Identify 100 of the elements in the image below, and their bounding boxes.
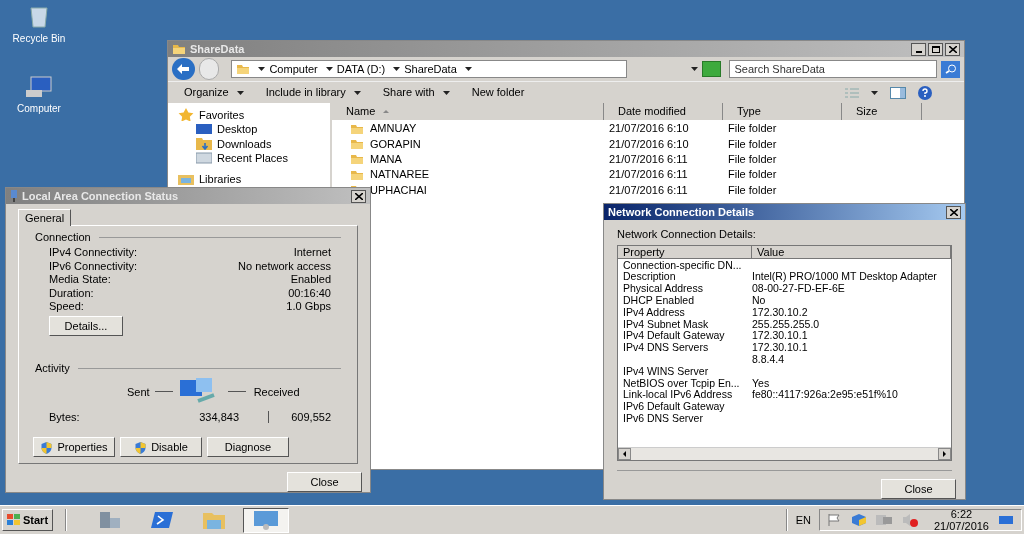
view-icon — [845, 87, 859, 98]
field-value: Enabled — [290, 272, 331, 288]
column-header[interactable]: Property — [618, 245, 752, 258]
property-cell: Description — [623, 270, 676, 283]
file-row[interactable]: AMNUAY 21/07/2016 6:10 File folder — [332, 121, 964, 137]
folder-icon — [172, 43, 186, 55]
sent-label: Sent — [127, 384, 150, 400]
toolbar-button[interactable]: Organize — [184, 84, 244, 101]
flag-icon — [827, 514, 842, 526]
left-arrow-icon[interactable] — [623, 451, 626, 457]
received-bytes: 609,552 — [290, 409, 332, 425]
received-label: Received — [253, 384, 300, 400]
value-cell-text: Yes — [752, 375, 770, 390]
network-icon — [253, 510, 279, 530]
property-cell: IPv6 Default Gateway — [623, 400, 725, 413]
navigation-item[interactable]: Libraries — [178, 172, 330, 186]
details-button[interactable]: Details... — [49, 316, 123, 337]
toolbar-button[interactable]: Share with — [382, 84, 450, 101]
column-header[interactable]: Type — [723, 103, 842, 120]
taskbar-button[interactable] — [243, 507, 289, 533]
recent-places-icon — [196, 152, 212, 165]
star-icon — [178, 108, 194, 122]
breadcrumb-item[interactable]: DATA (D:) — [336, 60, 386, 78]
dialog-button[interactable]: Disable — [120, 437, 202, 458]
address-bar[interactable]: Computer DATA (D:) ShareData — [231, 60, 628, 78]
preview-pane-icon — [890, 86, 906, 99]
field-value: 1.0 Gbps — [286, 299, 331, 315]
search-field[interactable]: Search ShareData — [729, 60, 938, 78]
property-cell: IPv4 Default Gateway — [623, 329, 725, 342]
help-icon — [918, 85, 932, 100]
navigation-item[interactable]: Downloads — [184, 137, 330, 151]
minimize-button[interactable] — [911, 42, 926, 56]
field-value: Internet — [293, 245, 331, 261]
file-row[interactable]: GORAPIN 21/07/2016 6:10 File folder — [332, 136, 964, 152]
close-button[interactable]: Close — [881, 479, 956, 499]
tab[interactable]: General — [18, 209, 72, 226]
folder-icon — [350, 137, 364, 150]
back-button[interactable] — [172, 58, 195, 80]
field-label: Speed: — [49, 299, 84, 315]
search-icon — [944, 64, 957, 74]
property-cell: Link-local IPv6 Address — [623, 388, 733, 401]
sent-bytes: 334,843 — [198, 409, 239, 425]
folder-icon — [236, 63, 251, 75]
desktop-icon[interactable]: Recycle Bin — [12, 4, 66, 46]
trash-icon — [28, 4, 50, 28]
dialog-button[interactable]: Properties — [33, 437, 115, 458]
property-cell: IPv4 WINS Server — [623, 364, 709, 377]
column-header[interactable]: Size — [842, 103, 922, 120]
section-heading: Activity — [35, 361, 70, 377]
dialog-button[interactable]: Diagnose — [207, 437, 289, 458]
folder-icon — [350, 153, 364, 166]
close-button[interactable] — [946, 205, 961, 219]
close-button[interactable] — [945, 42, 960, 56]
column-header[interactable]: Value — [752, 245, 951, 258]
shield-icon — [40, 440, 54, 454]
back-arrow-icon — [177, 64, 190, 74]
folder-icon — [202, 510, 226, 530]
box-icon — [851, 514, 866, 526]
property-cell: IPv6 DNS Server — [623, 411, 703, 424]
sort-arrow-icon — [383, 110, 390, 113]
language-indicator[interactable]: EN — [795, 511, 811, 529]
column-header[interactable]: Name — [332, 103, 604, 120]
navigation-item[interactable]: Desktop — [184, 122, 330, 136]
desktop-icon[interactable]: Computer — [17, 76, 61, 116]
property-cell: IPv4 DNS Servers — [623, 341, 709, 354]
caret-icon — [353, 90, 361, 95]
windows-logo-icon — [7, 514, 21, 526]
folder-icon — [350, 122, 364, 135]
field-label: IPv6 Connectivity: — [49, 258, 138, 274]
navigation-item[interactable]: Favorites — [178, 108, 330, 122]
close-button[interactable] — [351, 189, 366, 203]
refresh-button[interactable] — [702, 61, 722, 77]
property-cell: NetBIOS over Tcpip En... — [623, 376, 740, 389]
computer-icon — [25, 76, 53, 98]
search-button[interactable] — [941, 60, 960, 78]
close-icon — [354, 192, 363, 200]
start-button[interactable]: Start — [2, 509, 53, 531]
field-label: Duration: — [49, 285, 94, 301]
maximize-button[interactable] — [928, 42, 943, 56]
navigation-item[interactable]: Recent Places — [184, 151, 330, 165]
caret-icon — [393, 67, 401, 71]
window-title: Network Connection Details — [608, 204, 755, 220]
breadcrumb-item[interactable]: Computer — [269, 60, 318, 78]
right-arrow-icon[interactable] — [943, 451, 946, 457]
clock-time: 6:22 — [950, 508, 973, 520]
horizontal-scrollbar[interactable] — [618, 447, 951, 460]
caret-icon — [691, 67, 699, 71]
toolbar-button[interactable]: Include in library — [265, 84, 361, 101]
breadcrumb-item[interactable]: ShareData — [404, 60, 457, 78]
close-button[interactable]: Close — [287, 472, 362, 492]
field-value: 00:16:40 — [288, 285, 331, 301]
clock-date: 21/07/2016 — [933, 520, 989, 532]
caret-icon — [236, 90, 244, 95]
toolbar-button[interactable]: New folder — [471, 84, 525, 101]
file-row[interactable]: MANA 21/07/2016 6:11 File folder — [332, 151, 964, 167]
caption: Network Connection Details: — [616, 227, 757, 242]
server-icon — [98, 510, 122, 530]
column-header[interactable]: Date modified — [604, 103, 723, 120]
network-icon — [875, 514, 892, 526]
file-row[interactable]: NATNAREE 21/07/2016 6:11 File folder — [332, 166, 964, 183]
